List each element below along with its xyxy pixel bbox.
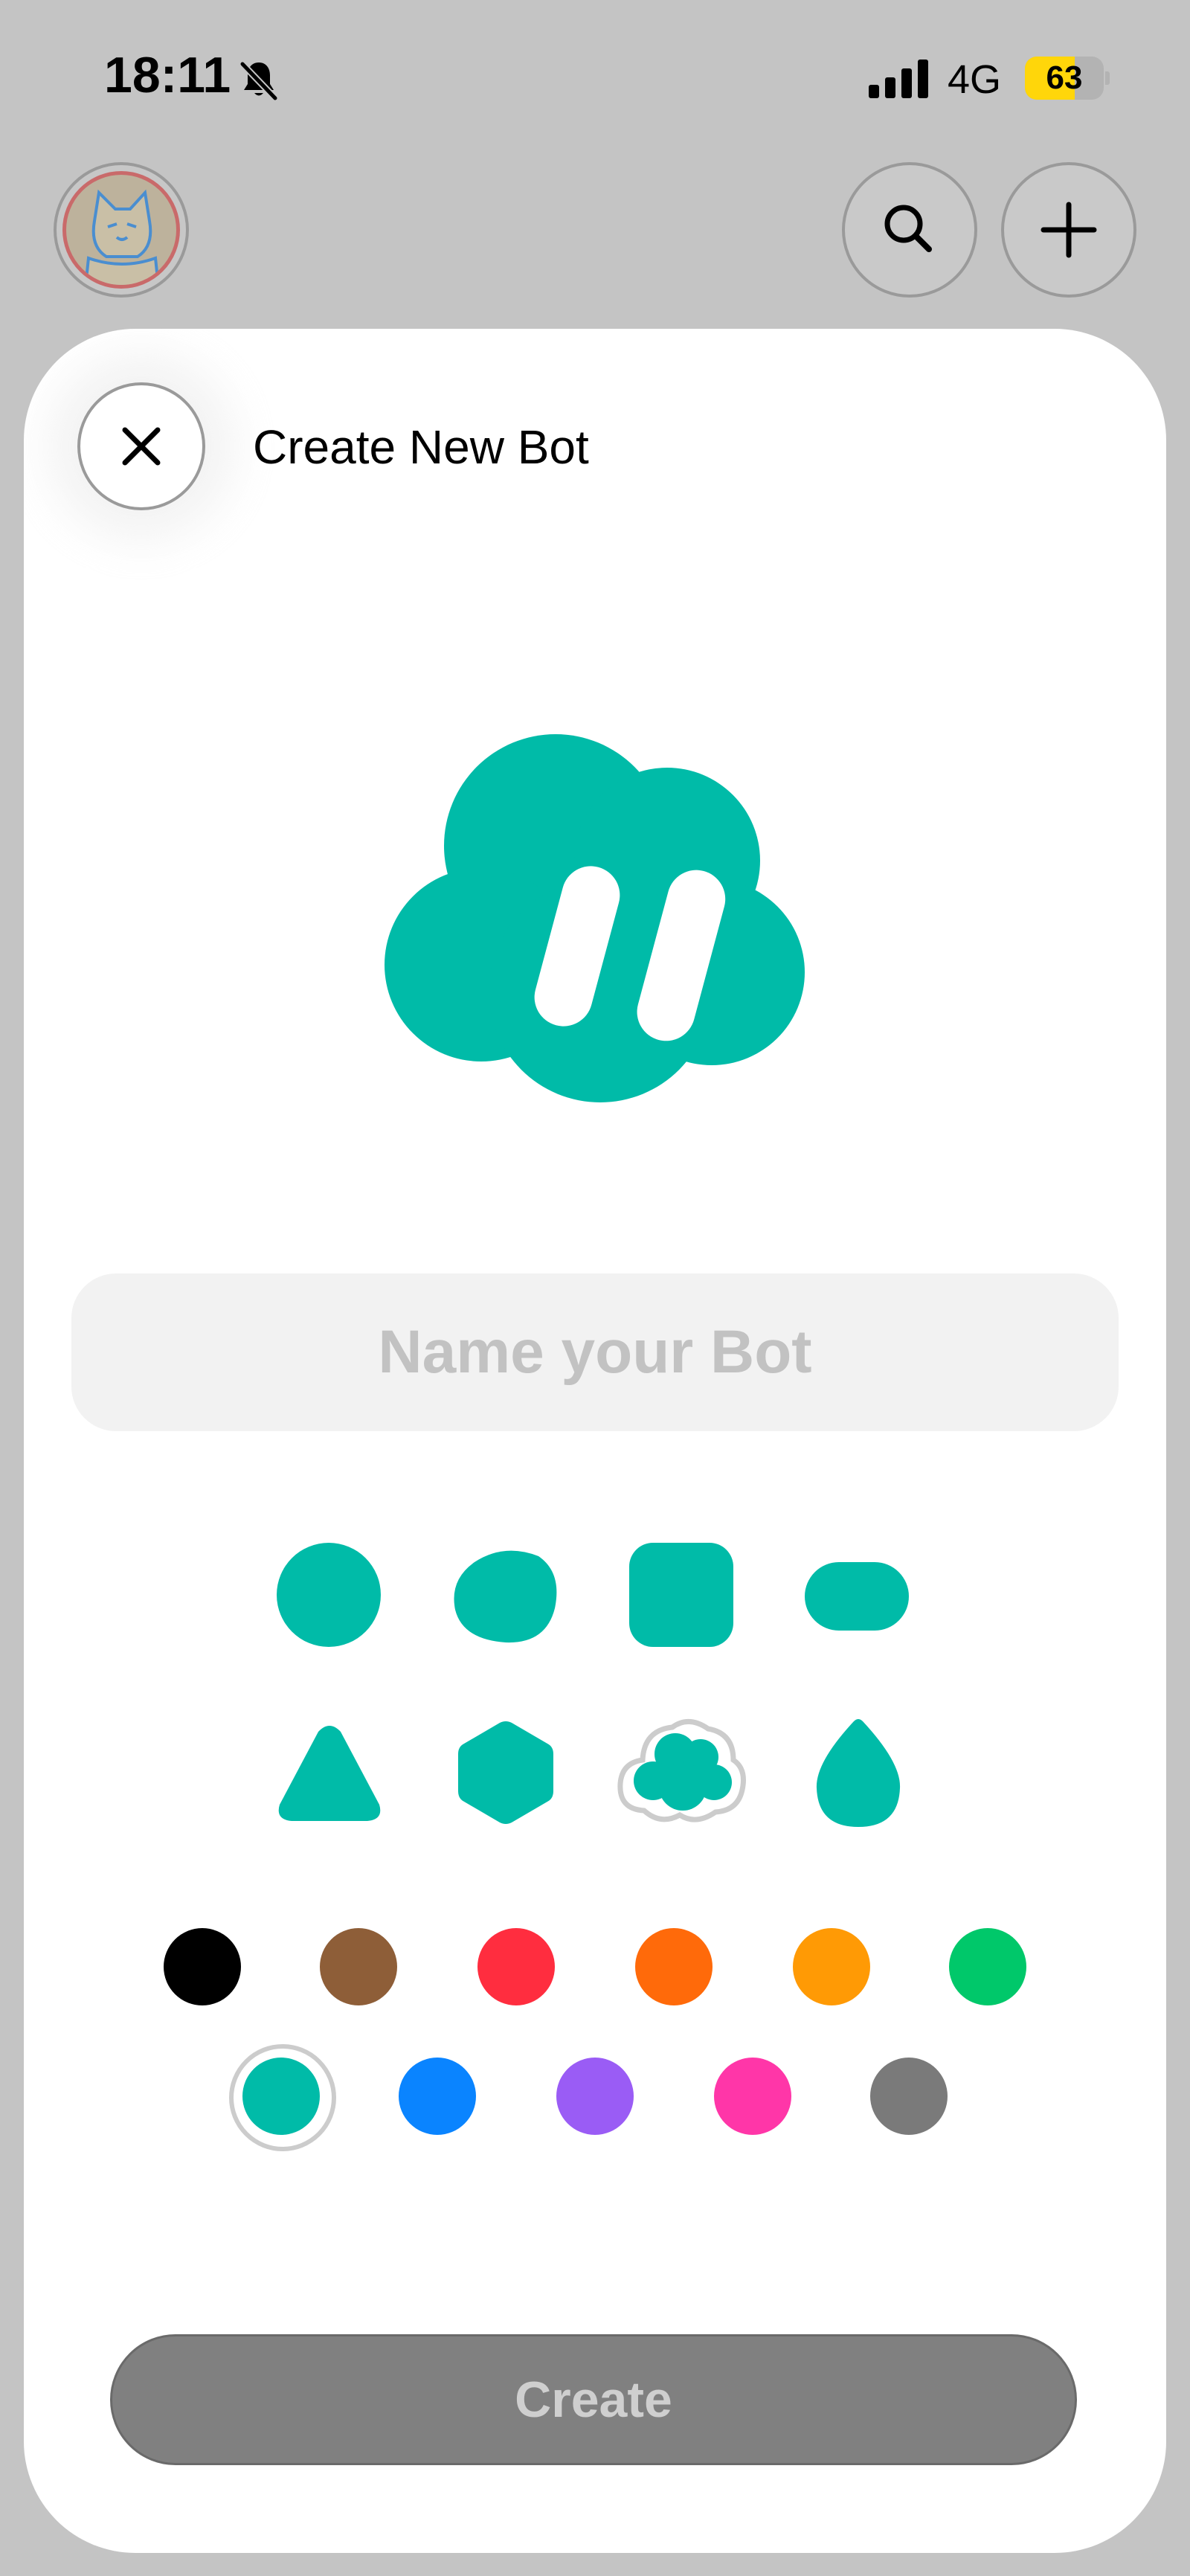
shape-blob-option[interactable]	[452, 1547, 559, 1644]
cat-avatar-icon	[62, 171, 180, 289]
shape-hexagon-option[interactable]	[458, 1720, 553, 1825]
color-black-option[interactable]	[164, 1928, 241, 2005]
battery-level: 63	[1046, 60, 1083, 96]
color-teal-option-selected[interactable]	[229, 2044, 336, 2151]
create-button[interactable]: Create	[110, 2334, 1077, 2465]
status-bar: 18:11 4G 63	[0, 0, 1190, 149]
user-avatar[interactable]	[54, 162, 189, 298]
shape-cloud-option-selected[interactable]	[614, 1712, 748, 1831]
bell-muted-icon	[239, 61, 278, 101]
create-bot-sheet: Create New Bot Name your Bot Create	[24, 329, 1166, 2553]
bot-avatar-preview	[385, 734, 805, 1102]
color-orange-option[interactable]	[635, 1928, 713, 2005]
sheet-title: Create New Bot	[253, 420, 589, 474]
color-amber-option[interactable]	[793, 1928, 870, 2005]
color-gray-option[interactable]	[870, 2058, 948, 2135]
close-button[interactable]	[77, 382, 205, 510]
search-button[interactable]	[842, 162, 977, 298]
bot-name-input[interactable]	[71, 1273, 1119, 1431]
color-pink-option[interactable]	[714, 2058, 791, 2135]
shape-drop-option[interactable]	[815, 1718, 901, 1828]
color-green-option[interactable]	[949, 1928, 1026, 2005]
shape-triangle-option[interactable]	[275, 1724, 384, 1822]
color-blue-option[interactable]	[399, 2058, 476, 2135]
search-icon	[884, 205, 932, 252]
shape-rounded-square-option[interactable]	[629, 1543, 733, 1647]
status-time: 18:11	[104, 47, 231, 103]
plus-icon	[1041, 202, 1097, 258]
cellular-signal-icon	[869, 60, 928, 98]
color-purple-option[interactable]	[556, 2058, 634, 2135]
add-button[interactable]	[1001, 162, 1136, 298]
close-icon	[122, 427, 161, 466]
network-type: 4G	[948, 57, 1002, 102]
shape-circle-option[interactable]	[275, 1541, 382, 1648]
color-brown-option[interactable]	[320, 1928, 397, 2005]
color-red-option[interactable]	[477, 1928, 555, 2005]
shape-pill-option[interactable]	[805, 1562, 909, 1631]
battery-indicator: 63	[1025, 57, 1110, 100]
